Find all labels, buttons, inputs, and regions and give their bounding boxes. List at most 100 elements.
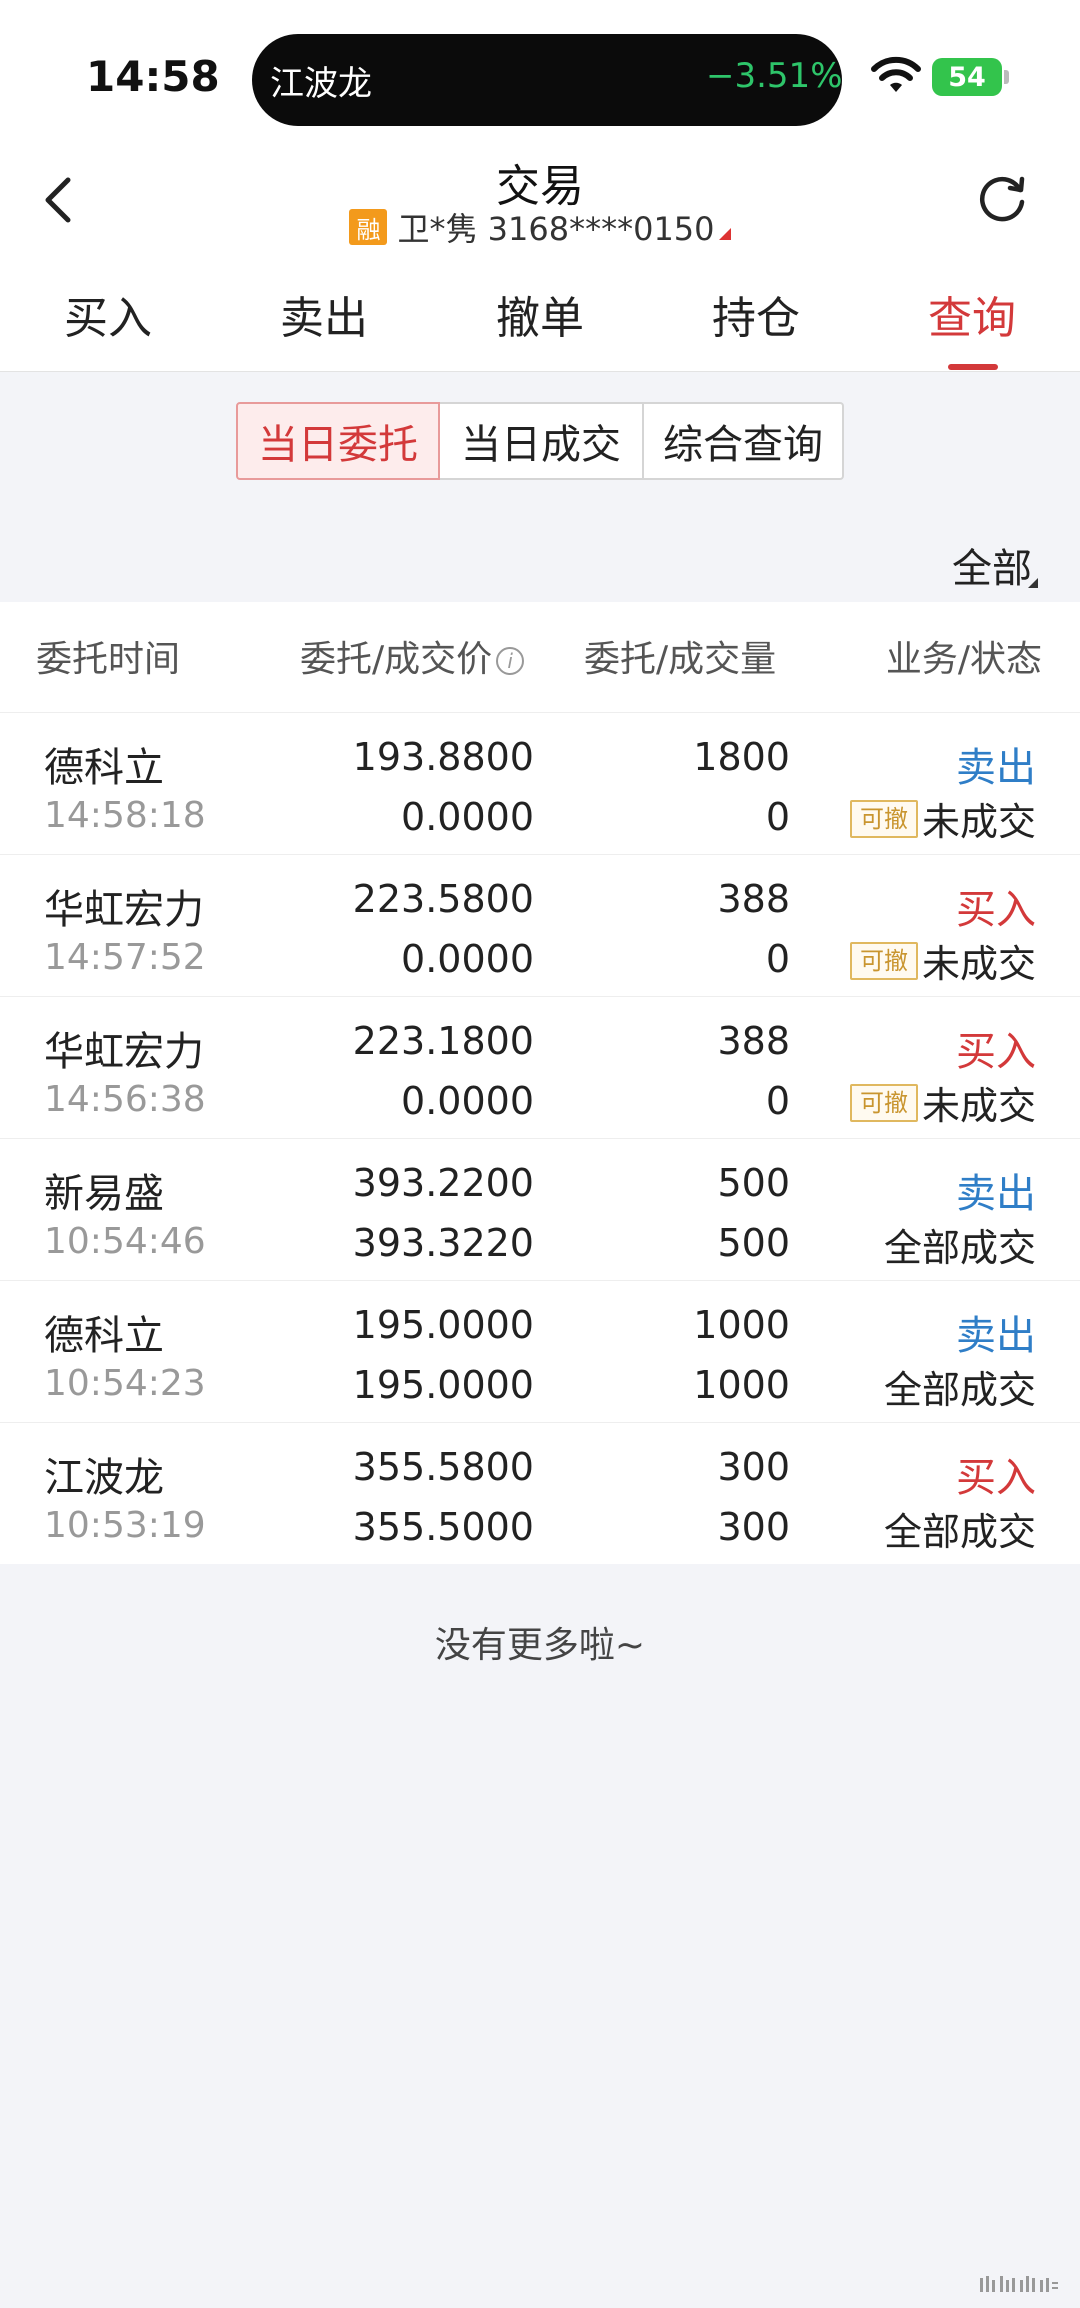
segment-today-deals[interactable]: 当日成交 xyxy=(440,402,644,480)
deal-price: 355.5000 xyxy=(352,1505,534,1549)
table-row[interactable]: 华虹宏力 14:57:52 223.5800 0.0000 388 0 买入 可… xyxy=(0,854,1080,996)
orders-table: 委托时间 委托/成交价 i 委托/成交量 业务/状态 德科立 14:58:18 1… xyxy=(0,602,1080,1564)
segment-today-orders[interactable]: 当日委托 xyxy=(236,402,440,480)
order-price: 223.1800 xyxy=(352,1019,534,1063)
deal-quantity: 0 xyxy=(765,1079,790,1123)
filter-caret-icon xyxy=(1028,578,1038,588)
status-text: 未成交 xyxy=(921,942,1036,986)
deal-price: 195.0000 xyxy=(352,1363,534,1407)
tab-query[interactable]: 查询 xyxy=(864,282,1080,346)
stock-name: 华虹宏力 xyxy=(44,1029,204,1075)
order-status: 全部成交 xyxy=(884,1501,1036,1556)
order-price: 355.5800 xyxy=(352,1445,534,1489)
account-selector[interactable]: 融 卫*隽 3168****0150 xyxy=(0,204,1080,250)
query-segment: 当日委托 当日成交 综合查询 xyxy=(236,402,844,480)
deal-quantity: 0 xyxy=(765,795,790,839)
island-stock-change: −3.51% xyxy=(706,56,843,96)
tab-positions[interactable]: 持仓 xyxy=(648,282,864,346)
battery-level: 54 xyxy=(948,61,986,93)
table-row[interactable]: 华虹宏力 14:56:38 223.1800 0.0000 388 0 买入 可… xyxy=(0,996,1080,1138)
status-bar: 14:58 江波龙 −3.51% 54 xyxy=(0,0,1080,150)
business-type: 卖出 xyxy=(956,745,1036,791)
order-price: 223.5800 xyxy=(352,877,534,921)
order-price: 393.2200 xyxy=(352,1161,534,1205)
table-header: 委托时间 委托/成交价 i 委托/成交量 业务/状态 xyxy=(0,602,1080,712)
order-price: 195.0000 xyxy=(352,1303,534,1347)
info-icon[interactable]: i xyxy=(496,647,525,675)
order-time: 10:54:23 xyxy=(44,1363,206,1404)
order-quantity: 388 xyxy=(717,877,790,921)
order-status: 全部成交 xyxy=(884,1217,1036,1272)
trade-tabs: 买入 卖出 撤单 持仓 查询 xyxy=(0,260,1080,372)
active-tab-indicator xyxy=(948,364,998,370)
header-quantity: 委托/成交量 xyxy=(584,639,777,680)
stock-name: 江波龙 xyxy=(44,1455,164,1501)
order-status: 可撤 未成交 xyxy=(849,933,1036,988)
wifi-icon xyxy=(871,56,921,92)
margin-badge: 融 xyxy=(349,209,388,245)
order-time: 10:53:19 xyxy=(44,1505,206,1546)
deal-price: 393.3220 xyxy=(352,1221,534,1265)
deal-price: 0.0000 xyxy=(401,937,534,981)
deal-quantity: 0 xyxy=(765,937,790,981)
cancelable-tag[interactable]: 可撤 xyxy=(849,1083,918,1122)
order-quantity: 388 xyxy=(717,1019,790,1063)
business-type: 买入 xyxy=(956,887,1036,933)
table-row[interactable]: 新易盛 10:54:46 393.2200 393.3220 500 500 卖… xyxy=(0,1138,1080,1280)
filter-dropdown[interactable]: 全部 xyxy=(952,536,1032,594)
cancelable-tag[interactable]: 可撤 xyxy=(849,799,918,838)
account-number: 卫*隽 3168****0150 xyxy=(397,210,715,248)
status-text: 全部成交 xyxy=(883,1226,1036,1270)
order-time: 10:54:46 xyxy=(44,1221,206,1262)
no-more-text: 没有更多啦~ xyxy=(434,1625,646,1666)
segment-combined-query[interactable]: 综合查询 xyxy=(644,402,844,480)
header-business-status: 业务/状态 xyxy=(885,639,1042,680)
stock-name: 德科立 xyxy=(44,745,164,791)
tab-cancel[interactable]: 撤单 xyxy=(432,282,648,346)
header-price: 委托/成交价 i xyxy=(300,630,525,682)
order-quantity: 1000 xyxy=(693,1303,790,1347)
refresh-icon[interactable] xyxy=(972,168,1032,228)
nav-bar: 交易 融 卫*隽 3168****0150 xyxy=(0,150,1080,260)
stock-name: 德科立 xyxy=(44,1313,164,1359)
cancelable-tag[interactable]: 可撤 xyxy=(849,941,918,980)
order-quantity: 500 xyxy=(717,1161,790,1205)
stock-name: 新易盛 xyxy=(44,1171,164,1217)
stock-name: 华虹宏力 xyxy=(44,887,204,933)
tab-sell[interactable]: 卖出 xyxy=(216,282,432,346)
order-time: 14:58:18 xyxy=(44,795,206,836)
order-quantity: 1800 xyxy=(693,735,790,779)
order-price: 193.8800 xyxy=(352,735,534,779)
order-status: 可撤 未成交 xyxy=(849,1075,1036,1130)
deal-price: 0.0000 xyxy=(401,1079,534,1123)
table-row[interactable]: 德科立 14:58:18 193.8800 0.0000 1800 0 卖出 可… xyxy=(0,712,1080,854)
deal-price: 0.0000 xyxy=(401,795,534,839)
deal-quantity: 1000 xyxy=(693,1363,790,1407)
business-type: 买入 xyxy=(956,1029,1036,1075)
order-status: 全部成交 xyxy=(884,1359,1036,1414)
order-time: 14:57:52 xyxy=(44,937,206,978)
deal-quantity: 300 xyxy=(717,1505,790,1549)
table-row[interactable]: 江波龙 10:53:19 355.5800 355.5000 300 300 买… xyxy=(0,1422,1080,1564)
order-time: 14:56:38 xyxy=(44,1079,206,1120)
battery-icon: 54 xyxy=(932,58,1002,96)
account-dropdown-icon xyxy=(718,228,731,240)
status-time: 14:58 xyxy=(86,52,220,101)
header-price-label: 委托/成交价 xyxy=(300,639,493,680)
order-status: 可撤 未成交 xyxy=(849,791,1036,846)
status-text: 全部成交 xyxy=(883,1510,1036,1554)
battery-cap xyxy=(1004,70,1009,84)
tab-buy[interactable]: 买入 xyxy=(0,282,216,346)
table-row[interactable]: 德科立 10:54:23 195.0000 195.0000 1000 1000… xyxy=(0,1280,1080,1422)
watermark-mark xyxy=(980,2276,1058,2292)
island-stock-name: 江波龙 xyxy=(270,64,372,104)
business-type: 卖出 xyxy=(956,1313,1036,1359)
header-order-time: 委托时间 xyxy=(36,639,181,680)
order-quantity: 300 xyxy=(717,1445,790,1489)
status-text: 未成交 xyxy=(921,800,1036,844)
deal-quantity: 500 xyxy=(717,1221,790,1265)
status-text: 全部成交 xyxy=(883,1368,1036,1412)
business-type: 买入 xyxy=(956,1455,1036,1501)
status-text: 未成交 xyxy=(921,1084,1036,1128)
business-type: 卖出 xyxy=(956,1171,1036,1217)
